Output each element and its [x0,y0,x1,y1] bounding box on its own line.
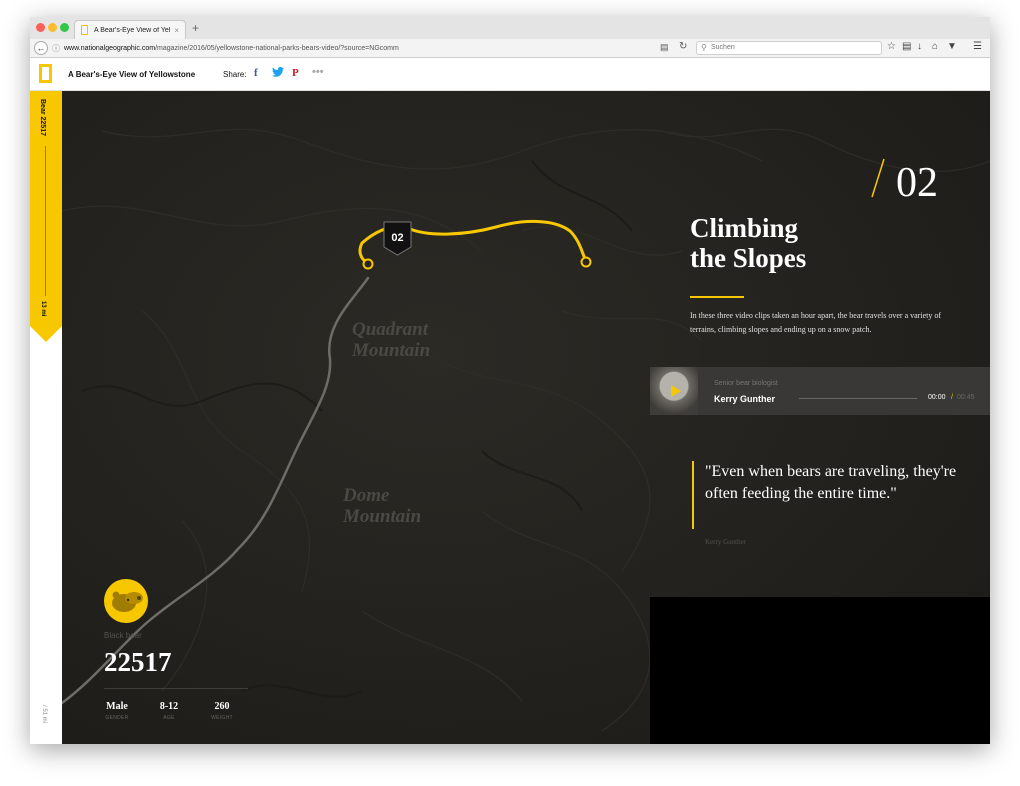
progress-marker [30,326,62,342]
stat-value: 8-12 [159,701,179,712]
mountain-label-line2: Mountain [352,340,431,361]
url-path: /magazine/2016/05/yellowstone-national-p… [155,45,399,52]
audio-player[interactable]: Senior bear biologist Kerry Gunther 00:0… [650,367,990,415]
search-placeholder: Suchen [711,44,735,51]
mountain-label-line1: Quadrant [352,319,429,340]
natgeo-favicon-icon [81,25,88,35]
mountain-label-line1: Dome [343,485,390,506]
distance-label: 13 mi [40,301,46,317]
stat-gender: Male GENDER [97,701,137,721]
progress-fill [30,91,62,326]
title-divider [690,296,744,298]
progress-line [45,146,46,296]
share-label: Share: [223,70,247,79]
navigation-bar: ← ⓘ www.nationalgeographic.com/magazine/… [30,39,990,58]
more-share-icon[interactable]: ••• [312,66,324,78]
twitter-icon[interactable] [272,66,284,80]
reader-view-icon[interactable]: ▤ [660,42,669,53]
audio-progress-track[interactable] [799,398,917,399]
bear-id-label: Bear 22517 [39,99,46,136]
browser-window: A Bear's-Eye View of Yello... × + ← ⓘ ww… [30,17,990,744]
audio-speaker-role: Senior bear biologist [714,380,778,387]
pinterest-icon[interactable]: P [292,67,299,79]
audio-total-time: 00:45 [957,394,975,401]
pocket-icon[interactable]: ▼ [947,41,957,52]
stat-value: Male [106,701,128,712]
search-icon: ⚲ [701,43,707,52]
chapter-title-line1: Climbing [690,213,799,243]
site-title: A Bear's-Eye View of Yellowstone [68,70,196,79]
bear-number: 22517 [104,647,172,677]
bear-face-icon [112,591,143,612]
new-tab-button[interactable]: + [192,21,199,35]
map-area[interactable]: 02 Quadrant Mountain Dome Mountain 02 Cl… [62,91,990,744]
search-input[interactable]: ⚲ Suchen [696,41,882,55]
chapter-intro: In these three video clips taken an hour… [690,311,942,334]
tab-bar: A Bear's-Eye View of Yello... × + [30,17,990,39]
chapter-number: 02 [896,160,938,206]
mountain-label-line2: Mountain [343,506,422,527]
stat-value: 260 [214,701,230,712]
facebook-icon[interactable]: f [254,67,258,79]
download-icon[interactable]: ↓ [917,41,922,52]
back-button[interactable]: ← [34,41,48,55]
bear-species: Black bear [104,631,142,640]
chapter-slash-icon [871,158,885,198]
natgeo-logo[interactable] [39,64,52,83]
bookmark-star-icon[interactable]: ☆ [887,41,896,52]
quote-bar [692,461,694,529]
dome-mountain-label: Dome Mountain [343,485,421,527]
quadrant-mountain-label: Quadrant Mountain [352,319,430,361]
stat-label: GENDER [105,715,129,721]
bear-stats-divider [104,688,248,689]
info-icon[interactable]: ⓘ [52,43,60,54]
chapter-title-line2: the Slopes [690,243,807,273]
audio-current-time: 00:00 [928,394,946,401]
browser-tab[interactable]: A Bear's-Eye View of Yello... × [74,20,186,39]
audio-speaker-name: Kerry Gunther [714,394,776,404]
close-window-button[interactable] [36,23,45,32]
play-icon[interactable] [671,385,681,397]
quote-author: Kerry Gunther [705,538,747,546]
minimize-window-button[interactable] [48,23,57,32]
tab-close-icon[interactable]: × [174,26,179,35]
url-bar[interactable]: www.nationalgeographic.com/magazine/2016… [64,42,624,55]
progress-sidebar: Bear 22517 13 mi / 51 mi [30,91,62,744]
total-distance-label: / 51 mi [41,705,47,724]
route-start-marker [362,258,374,270]
video-player[interactable] [650,597,990,744]
tab-title: A Bear's-Eye View of Yello... [94,26,171,34]
chapter-title: Climbing the Slopes [690,213,940,273]
biologist-avatar[interactable] [650,367,698,415]
stat-label: AGE [163,715,175,721]
stat-label: WEIGHT [211,715,233,721]
chapter-badge-label: 02 [391,232,403,244]
bookmarks-list-icon[interactable]: ▤ [902,41,911,52]
home-icon[interactable]: ⌂ [932,41,938,52]
stat-weight: 260 WEIGHT [202,701,242,721]
audio-time-separator: / [951,394,953,401]
pull-quote: "Even when bears are traveling, they're … [705,463,957,502]
site-header: A Bear's-Eye View of Yellowstone Share: … [30,58,990,91]
reload-icon[interactable]: ↻ [679,41,687,52]
route-end-marker [580,256,592,268]
menu-icon[interactable]: ☰ [973,41,982,52]
stat-age: 8-12 AGE [149,701,189,721]
url-domain: www.nationalgeographic.com [64,45,156,52]
zoom-window-button[interactable] [60,23,69,32]
bear-avatar [104,579,148,623]
